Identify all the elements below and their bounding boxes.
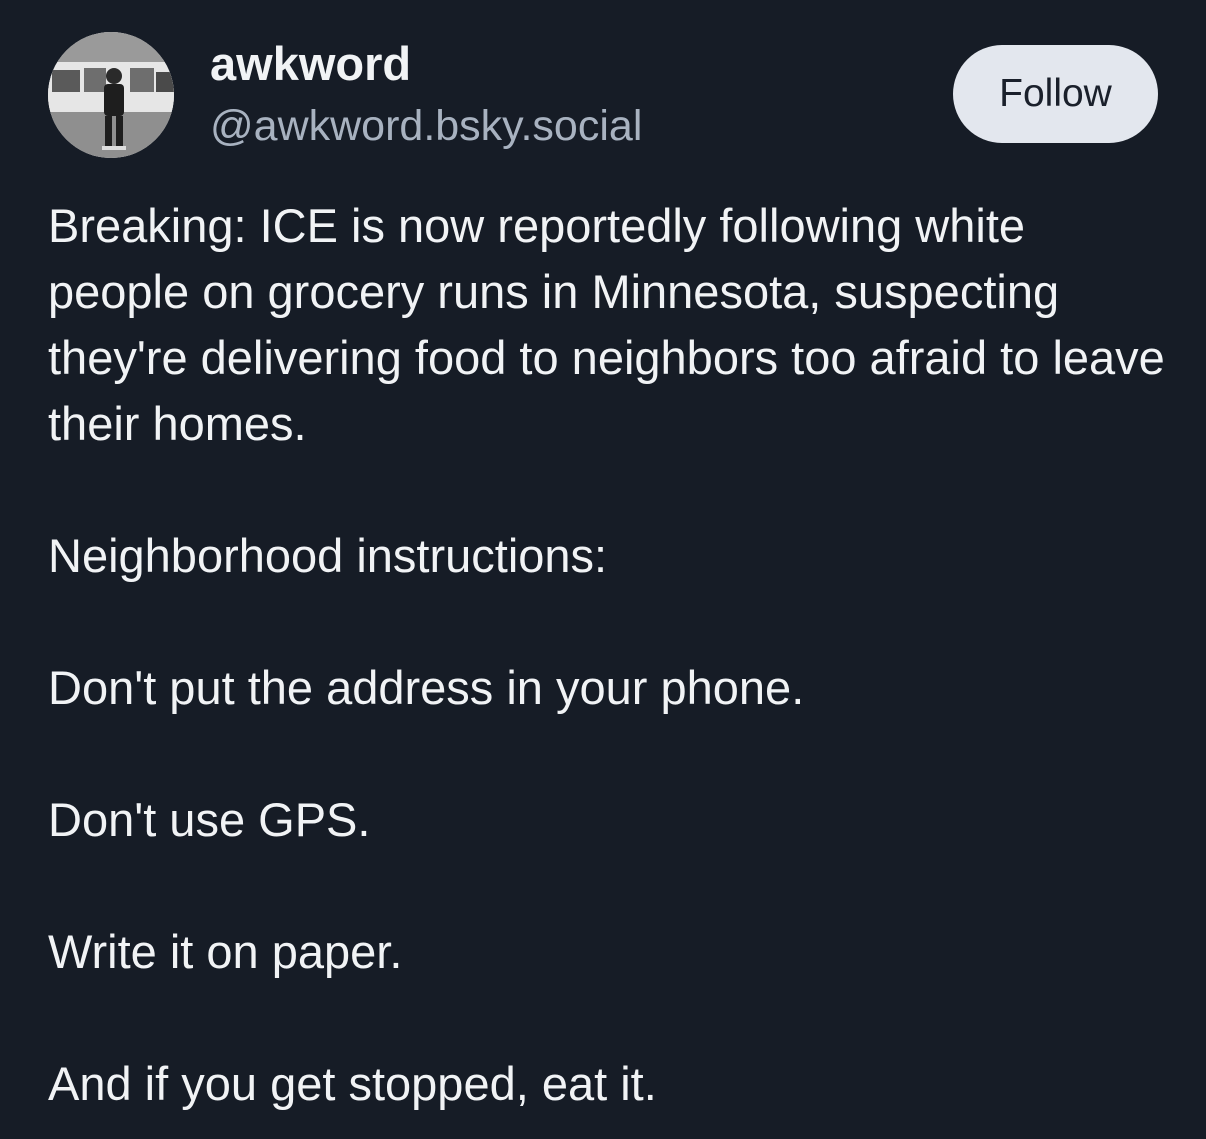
post-paragraph: Write it on paper. xyxy=(48,925,403,978)
post-paragraph: And if you get stopped, eat it. xyxy=(48,1057,657,1110)
follow-button[interactable]: Follow xyxy=(953,45,1158,143)
post-paragraph: Don't use GPS. xyxy=(48,793,371,846)
post-text: Breaking: ICE is now reportedly followin… xyxy=(48,193,1178,1139)
avatar[interactable] xyxy=(48,32,174,158)
author-handle[interactable]: @awkword.bsky.social xyxy=(210,99,642,153)
post-paragraph: Breaking: ICE is now reportedly followin… xyxy=(48,199,1165,450)
post-card: awkword @awkword.bsky.social Follow Brea… xyxy=(0,0,1206,1139)
avatar-photo-icon xyxy=(48,32,174,158)
post-paragraph: Don't put the address in your phone. xyxy=(48,661,805,714)
author-display-name[interactable]: awkword xyxy=(210,36,411,92)
post-paragraph: Neighborhood instructions: xyxy=(48,529,608,582)
